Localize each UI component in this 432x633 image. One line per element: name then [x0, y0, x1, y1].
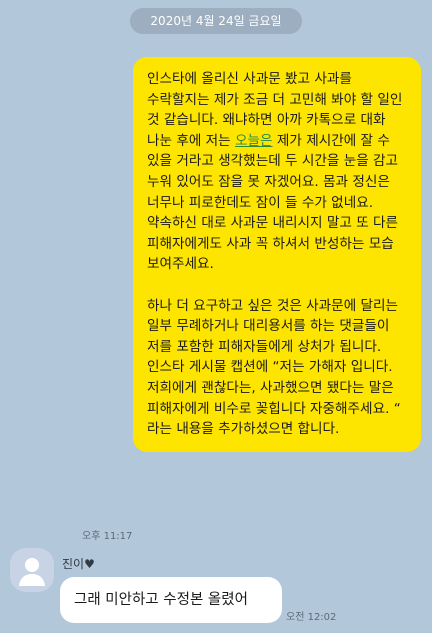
default-profile-icon	[19, 558, 45, 586]
date-divider: 2020년 4월 24일 금요일	[130, 8, 302, 34]
incoming-message-bubble[interactable]: 그래 미안하고 수정본 올렸어	[60, 577, 282, 623]
outgoing-timestamp: 오후 11:17	[82, 531, 133, 542]
sender-name: 진이♥	[62, 557, 95, 571]
outgoing-message-bubble[interactable]: 인스타에 올리신 사과문 봤고 사과를 수락할지는 제가 조금 더 고민해 봐야…	[133, 57, 421, 452]
sender-avatar[interactable]	[10, 548, 54, 592]
incoming-timestamp: 오전 12:02	[286, 612, 337, 623]
message-link[interactable]: 오늘은	[235, 133, 273, 149]
message-text-part: 하나 더 요구하고 싶은 것은 사과문에 달리는 일부 무례하거나 대리용서를 …	[147, 297, 406, 438]
message-text-part: 제가 제시간에 잘 수 있을 거라고 생각했는데 두 시간을 눈을 감고 누워 …	[147, 132, 403, 273]
